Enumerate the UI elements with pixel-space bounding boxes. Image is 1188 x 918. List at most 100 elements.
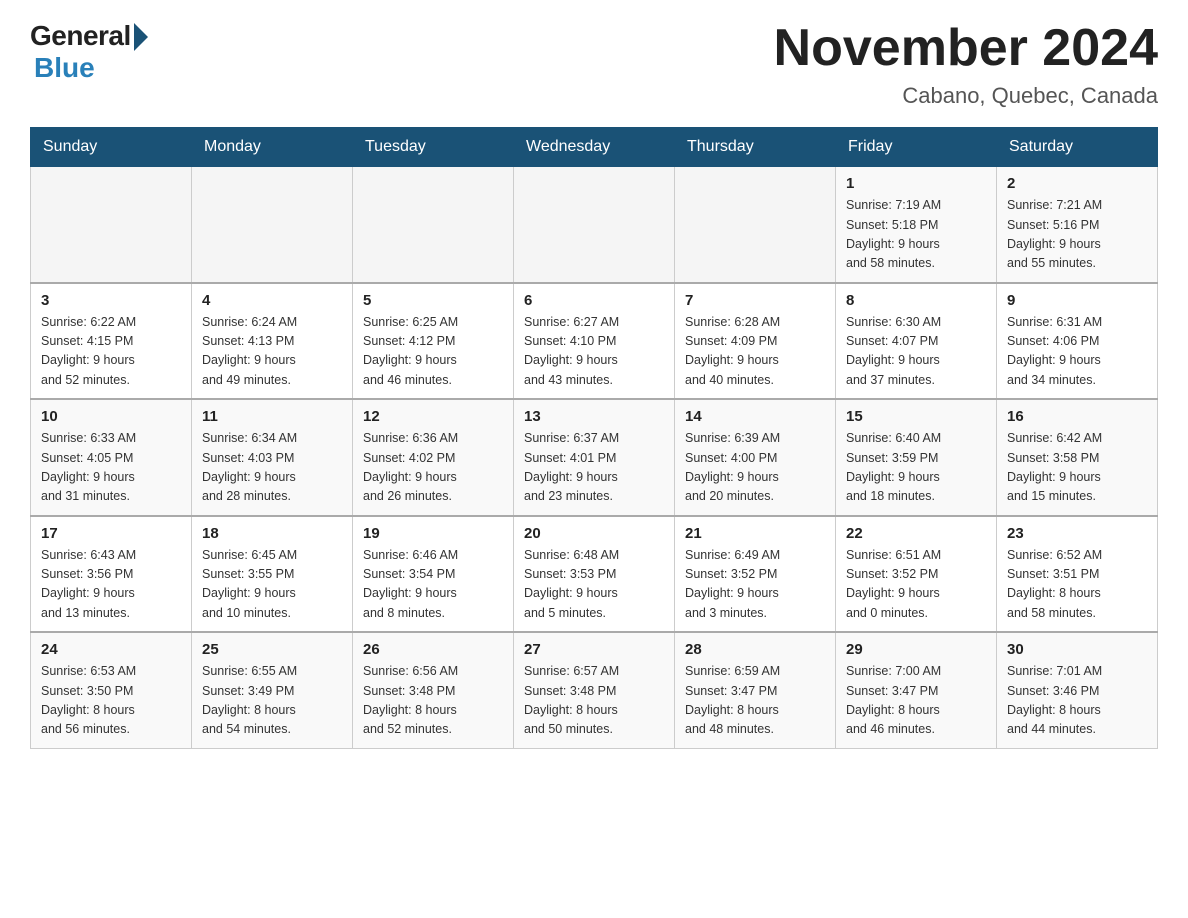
calendar-day-cell: 18 Sunrise: 6:45 AMSunset: 3:55 PMDayligh… bbox=[192, 516, 353, 633]
day-number: 13 bbox=[524, 408, 664, 425]
day-number: 25 bbox=[202, 641, 342, 658]
weekday-header-tuesday: Tuesday bbox=[353, 128, 514, 167]
day-number: 7 bbox=[685, 292, 825, 309]
calendar-day-cell: 5 Sunrise: 6:25 AMSunset: 4:12 PMDaylight… bbox=[353, 283, 514, 400]
calendar-day-cell: 4Sunrise: 6:24 AMSunset: 4:13 PMDaylight… bbox=[192, 283, 353, 400]
day-info: Sunrise: 7:01 AMSunset: 3:46 PMDaylight:… bbox=[1007, 664, 1102, 736]
calendar-day-cell: 13 Sunrise: 6:37 AMSunset: 4:01 PMDayligh… bbox=[514, 399, 675, 516]
calendar-day-cell: 20Sunrise: 6:48 AMSunset: 3:53 PMDayligh… bbox=[514, 516, 675, 633]
day-number: 22 bbox=[846, 525, 986, 542]
day-info: Sunrise: 6:52 AMSunset: 3:51 PMDaylight:… bbox=[1007, 548, 1102, 620]
calendar-day-cell: 23 Sunrise: 6:52 AMSunset: 3:51 PMDayligh… bbox=[997, 516, 1158, 633]
day-number: 29 bbox=[846, 641, 986, 658]
calendar-day-cell: 19 Sunrise: 6:46 AMSunset: 3:54 PMDayligh… bbox=[353, 516, 514, 633]
day-info: Sunrise: 6:57 AMSunset: 3:48 PMDaylight:… bbox=[524, 664, 619, 736]
title-section: November 2024 Cabano, Quebec, Canada bbox=[774, 20, 1158, 109]
day-number: 5 bbox=[363, 292, 503, 309]
day-info: Sunrise: 6:45 AMSunset: 3:55 PMDaylight:… bbox=[202, 548, 297, 620]
calendar-subtitle: Cabano, Quebec, Canada bbox=[774, 83, 1158, 109]
weekday-header-friday: Friday bbox=[836, 128, 997, 167]
day-number: 2 bbox=[1007, 175, 1147, 192]
day-number: 23 bbox=[1007, 525, 1147, 542]
calendar-day-cell: 22 Sunrise: 6:51 AMSunset: 3:52 PMDayligh… bbox=[836, 516, 997, 633]
day-number: 12 bbox=[363, 408, 503, 425]
day-number: 24 bbox=[41, 641, 181, 658]
calendar-title: November 2024 bbox=[774, 20, 1158, 77]
calendar-day-cell: 28 Sunrise: 6:59 AMSunset: 3:47 PMDayligh… bbox=[675, 632, 836, 748]
day-info: Sunrise: 6:53 AMSunset: 3:50 PMDaylight:… bbox=[41, 664, 136, 736]
day-info: Sunrise: 6:36 AMSunset: 4:02 PMDaylight:… bbox=[363, 431, 458, 503]
calendar-day-cell bbox=[514, 167, 675, 283]
calendar-day-cell: 12 Sunrise: 6:36 AMSunset: 4:02 PMDayligh… bbox=[353, 399, 514, 516]
calendar-week-row: 10Sunrise: 6:33 AMSunset: 4:05 PMDayligh… bbox=[31, 399, 1158, 516]
day-number: 17 bbox=[41, 525, 181, 542]
weekday-header-row: SundayMondayTuesdayWednesdayThursdayFrid… bbox=[31, 128, 1158, 167]
calendar-day-cell: 10Sunrise: 6:33 AMSunset: 4:05 PMDayligh… bbox=[31, 399, 192, 516]
weekday-header-monday: Monday bbox=[192, 128, 353, 167]
calendar-day-cell: 9 Sunrise: 6:31 AMSunset: 4:06 PMDaylight… bbox=[997, 283, 1158, 400]
day-number: 28 bbox=[685, 641, 825, 658]
day-info: Sunrise: 6:46 AMSunset: 3:54 PMDaylight:… bbox=[363, 548, 458, 620]
day-info: Sunrise: 6:37 AMSunset: 4:01 PMDaylight:… bbox=[524, 431, 619, 503]
calendar-day-cell: 7 Sunrise: 6:28 AMSunset: 4:09 PMDaylight… bbox=[675, 283, 836, 400]
calendar-day-cell: 17 Sunrise: 6:43 AMSunset: 3:56 PMDayligh… bbox=[31, 516, 192, 633]
calendar-day-cell bbox=[31, 167, 192, 283]
day-number: 20 bbox=[524, 525, 664, 542]
day-number: 11 bbox=[202, 408, 342, 425]
day-info: Sunrise: 6:56 AMSunset: 3:48 PMDaylight:… bbox=[363, 664, 458, 736]
calendar-day-cell bbox=[353, 167, 514, 283]
day-info: Sunrise: 6:31 AMSunset: 4:06 PMDaylight:… bbox=[1007, 315, 1102, 387]
day-number: 21 bbox=[685, 525, 825, 542]
day-info: Sunrise: 6:39 AMSunset: 4:00 PMDaylight:… bbox=[685, 431, 780, 503]
day-number: 30 bbox=[1007, 641, 1147, 658]
page-header: General Blue November 2024 Cabano, Quebe… bbox=[30, 20, 1158, 109]
calendar-week-row: 17 Sunrise: 6:43 AMSunset: 3:56 PMDayligh… bbox=[31, 516, 1158, 633]
day-number: 19 bbox=[363, 525, 503, 542]
logo-arrow-icon bbox=[134, 23, 148, 51]
day-number: 15 bbox=[846, 408, 986, 425]
calendar-day-cell: 8Sunrise: 6:30 AMSunset: 4:07 PMDaylight… bbox=[836, 283, 997, 400]
day-number: 1 bbox=[846, 175, 986, 192]
day-info: Sunrise: 6:49 AMSunset: 3:52 PMDaylight:… bbox=[685, 548, 780, 620]
day-info: Sunrise: 6:30 AMSunset: 4:07 PMDaylight:… bbox=[846, 315, 941, 387]
calendar-day-cell: 24 Sunrise: 6:53 AMSunset: 3:50 PMDayligh… bbox=[31, 632, 192, 748]
calendar-day-cell: 14 Sunrise: 6:39 AMSunset: 4:00 PMDayligh… bbox=[675, 399, 836, 516]
day-number: 6 bbox=[524, 292, 664, 309]
day-number: 16 bbox=[1007, 408, 1147, 425]
calendar-day-cell bbox=[675, 167, 836, 283]
day-info: Sunrise: 6:22 AMSunset: 4:15 PMDaylight:… bbox=[41, 315, 136, 387]
day-info: Sunrise: 6:25 AMSunset: 4:12 PMDaylight:… bbox=[363, 315, 458, 387]
day-number: 14 bbox=[685, 408, 825, 425]
day-info: Sunrise: 7:00 AMSunset: 3:47 PMDaylight:… bbox=[846, 664, 941, 736]
day-number: 26 bbox=[363, 641, 503, 658]
logo: General Blue bbox=[30, 20, 148, 84]
calendar-week-row: 3 Sunrise: 6:22 AMSunset: 4:15 PMDaylight… bbox=[31, 283, 1158, 400]
calendar-day-cell: 26 Sunrise: 6:56 AMSunset: 3:48 PMDayligh… bbox=[353, 632, 514, 748]
calendar-day-cell: 1 Sunrise: 7:19 AMSunset: 5:18 PMDaylight… bbox=[836, 167, 997, 283]
calendar-week-row: 1 Sunrise: 7:19 AMSunset: 5:18 PMDaylight… bbox=[31, 167, 1158, 283]
day-info: Sunrise: 6:24 AMSunset: 4:13 PMDaylight:… bbox=[202, 315, 297, 387]
day-info: Sunrise: 6:28 AMSunset: 4:09 PMDaylight:… bbox=[685, 315, 780, 387]
calendar-day-cell: 16Sunrise: 6:42 AMSunset: 3:58 PMDayligh… bbox=[997, 399, 1158, 516]
weekday-header-saturday: Saturday bbox=[997, 128, 1158, 167]
calendar-day-cell: 27 Sunrise: 6:57 AMSunset: 3:48 PMDayligh… bbox=[514, 632, 675, 748]
calendar-day-cell: 15 Sunrise: 6:40 AMSunset: 3:59 PMDayligh… bbox=[836, 399, 997, 516]
logo-general-text: General bbox=[30, 20, 131, 52]
day-number: 27 bbox=[524, 641, 664, 658]
day-info: Sunrise: 6:33 AMSunset: 4:05 PMDaylight:… bbox=[41, 431, 136, 503]
weekday-header-thursday: Thursday bbox=[675, 128, 836, 167]
calendar-day-cell: 29 Sunrise: 7:00 AMSunset: 3:47 PMDayligh… bbox=[836, 632, 997, 748]
day-number: 9 bbox=[1007, 292, 1147, 309]
day-info: Sunrise: 6:40 AMSunset: 3:59 PMDaylight:… bbox=[846, 431, 941, 503]
day-number: 18 bbox=[202, 525, 342, 542]
day-info: Sunrise: 7:19 AMSunset: 5:18 PMDaylight:… bbox=[846, 198, 941, 270]
day-info: Sunrise: 6:43 AMSunset: 3:56 PMDaylight:… bbox=[41, 548, 136, 620]
calendar-day-cell: 2Sunrise: 7:21 AMSunset: 5:16 PMDaylight… bbox=[997, 167, 1158, 283]
day-info: Sunrise: 6:27 AMSunset: 4:10 PMDaylight:… bbox=[524, 315, 619, 387]
calendar-day-cell: 3 Sunrise: 6:22 AMSunset: 4:15 PMDaylight… bbox=[31, 283, 192, 400]
calendar-day-cell: 21 Sunrise: 6:49 AMSunset: 3:52 PMDayligh… bbox=[675, 516, 836, 633]
day-info: Sunrise: 6:51 AMSunset: 3:52 PMDaylight:… bbox=[846, 548, 941, 620]
day-info: Sunrise: 6:59 AMSunset: 3:47 PMDaylight:… bbox=[685, 664, 780, 736]
calendar-day-cell: 25Sunrise: 6:55 AMSunset: 3:49 PMDayligh… bbox=[192, 632, 353, 748]
day-number: 3 bbox=[41, 292, 181, 309]
